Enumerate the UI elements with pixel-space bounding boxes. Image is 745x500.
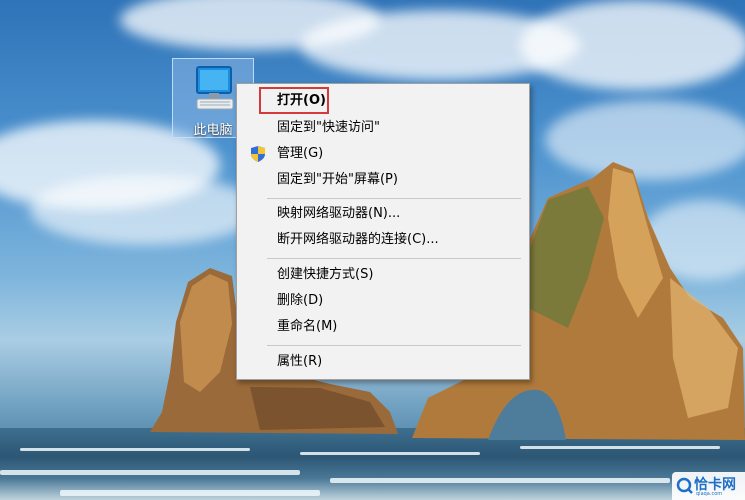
wave-foam <box>0 470 300 475</box>
watermark-logo-icon <box>676 477 693 494</box>
menu-item-properties[interactable]: 属性(R) <box>277 351 322 373</box>
watermark: 恰卡网 qiaqa.com <box>672 472 745 500</box>
menu-item-pin-quick-access[interactable]: 固定到"快速访问" <box>277 117 380 139</box>
menu-separator <box>267 198 521 199</box>
wave-foam <box>300 452 480 455</box>
desktop-background: 此电脑 打开(O) 固定到"快速访问" 管理(G) 固定到"开始"屏幕(P) 映… <box>0 0 745 500</box>
menu-item-map-network-drive[interactable]: 映射网络驱动器(N)... <box>277 203 400 225</box>
menu-item-delete[interactable]: 删除(D) <box>277 290 323 312</box>
menu-item-create-shortcut[interactable]: 创建快捷方式(S) <box>277 264 373 286</box>
computer-icon <box>196 66 234 110</box>
wave-foam <box>330 478 670 483</box>
menu-separator <box>267 258 521 259</box>
menu-separator <box>267 345 521 346</box>
menu-item-manage[interactable]: 管理(G) <box>277 143 323 165</box>
menu-item-disconnect-network-drive[interactable]: 断开网络驱动器的连接(C)... <box>277 229 439 251</box>
wave-foam <box>60 490 320 496</box>
cloud <box>520 0 745 90</box>
menu-item-open[interactable]: 打开(O) <box>277 90 326 112</box>
cloud <box>30 175 260 245</box>
watermark-subtext: qiaqa.com <box>696 491 723 497</box>
context-menu: 打开(O) 固定到"快速访问" 管理(G) 固定到"开始"屏幕(P) 映射网络驱… <box>236 83 530 380</box>
menu-item-rename[interactable]: 重命名(M) <box>277 316 337 338</box>
wave-foam <box>20 448 250 451</box>
wave-foam <box>520 446 720 449</box>
uac-shield-icon <box>251 146 265 162</box>
menu-item-pin-start[interactable]: 固定到"开始"屏幕(P) <box>277 169 398 191</box>
